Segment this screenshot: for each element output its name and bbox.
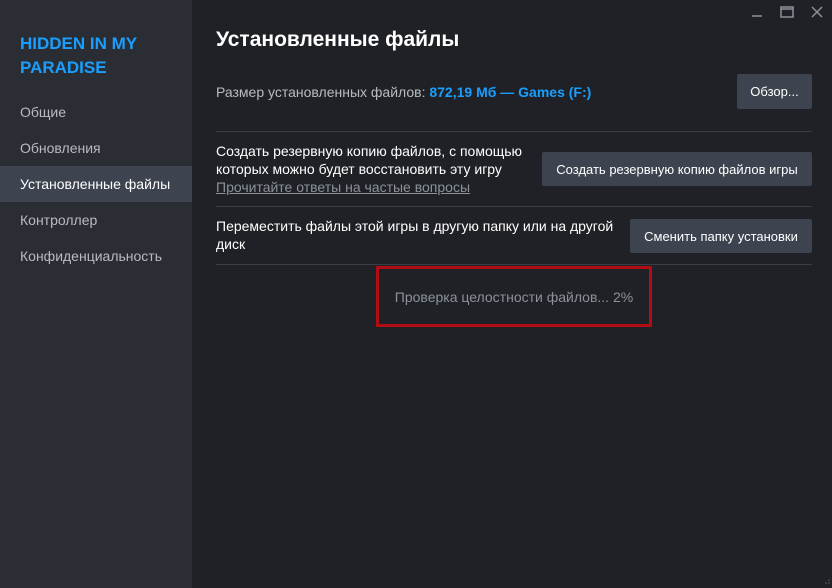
- minimize-icon: [752, 15, 762, 17]
- window-controls: [742, 0, 832, 24]
- sidebar: HIDDEN IN MY PARADISE Общие Обновления У…: [0, 0, 192, 588]
- move-description: Переместить файлы этой игры в другую пап…: [216, 218, 614, 252]
- browse-button[interactable]: Обзор...: [737, 74, 812, 109]
- maximize-button[interactable]: [772, 0, 802, 24]
- maximize-icon: [780, 6, 794, 18]
- main-panel: Установленные файлы Размер установленных…: [192, 0, 832, 588]
- change-install-folder-button[interactable]: Сменить папку установки: [630, 219, 812, 253]
- install-size-value: 872,19 Мб — Games (F:): [429, 84, 592, 100]
- close-icon: [811, 6, 823, 18]
- minimize-button[interactable]: [742, 0, 772, 24]
- sidebar-item-updates[interactable]: Обновления: [0, 130, 192, 166]
- sidebar-item-privacy[interactable]: Конфиденциальность: [0, 238, 192, 274]
- resize-grip-icon[interactable]: [822, 578, 830, 586]
- game-title: HIDDEN IN MY PARADISE: [20, 34, 137, 77]
- verify-status-highlight: Проверка целостности файлов... 2%: [376, 266, 652, 327]
- faq-link[interactable]: Прочитайте ответы на частые вопросы: [216, 178, 532, 196]
- verify-status-text: Проверка целостности файлов... 2%: [394, 289, 634, 305]
- sidebar-item-general[interactable]: Общие: [0, 94, 192, 130]
- page-title: Установленные файлы: [216, 28, 460, 51]
- install-size-row: Размер установленных файлов: 872,19 Мб —…: [216, 74, 812, 110]
- create-backup-button[interactable]: Создать резервную копию файлов игры: [542, 152, 812, 186]
- close-button[interactable]: [802, 0, 832, 24]
- sidebar-item-installed-files[interactable]: Установленные файлы: [0, 166, 192, 202]
- backup-description: Создать резервную копию файлов, с помощь…: [216, 142, 532, 196]
- divider: [216, 206, 812, 207]
- install-size-text: Размер установленных файлов: 872,19 Мб —…: [216, 84, 591, 100]
- sidebar-item-controller[interactable]: Контроллер: [0, 202, 192, 238]
- backup-text: Создать резервную копию файлов, с помощь…: [216, 143, 523, 177]
- divider: [216, 264, 812, 265]
- install-size-label: Размер установленных файлов:: [216, 84, 430, 100]
- properties-window: HIDDEN IN MY PARADISE Общие Обновления У…: [0, 0, 832, 588]
- divider: [216, 131, 812, 132]
